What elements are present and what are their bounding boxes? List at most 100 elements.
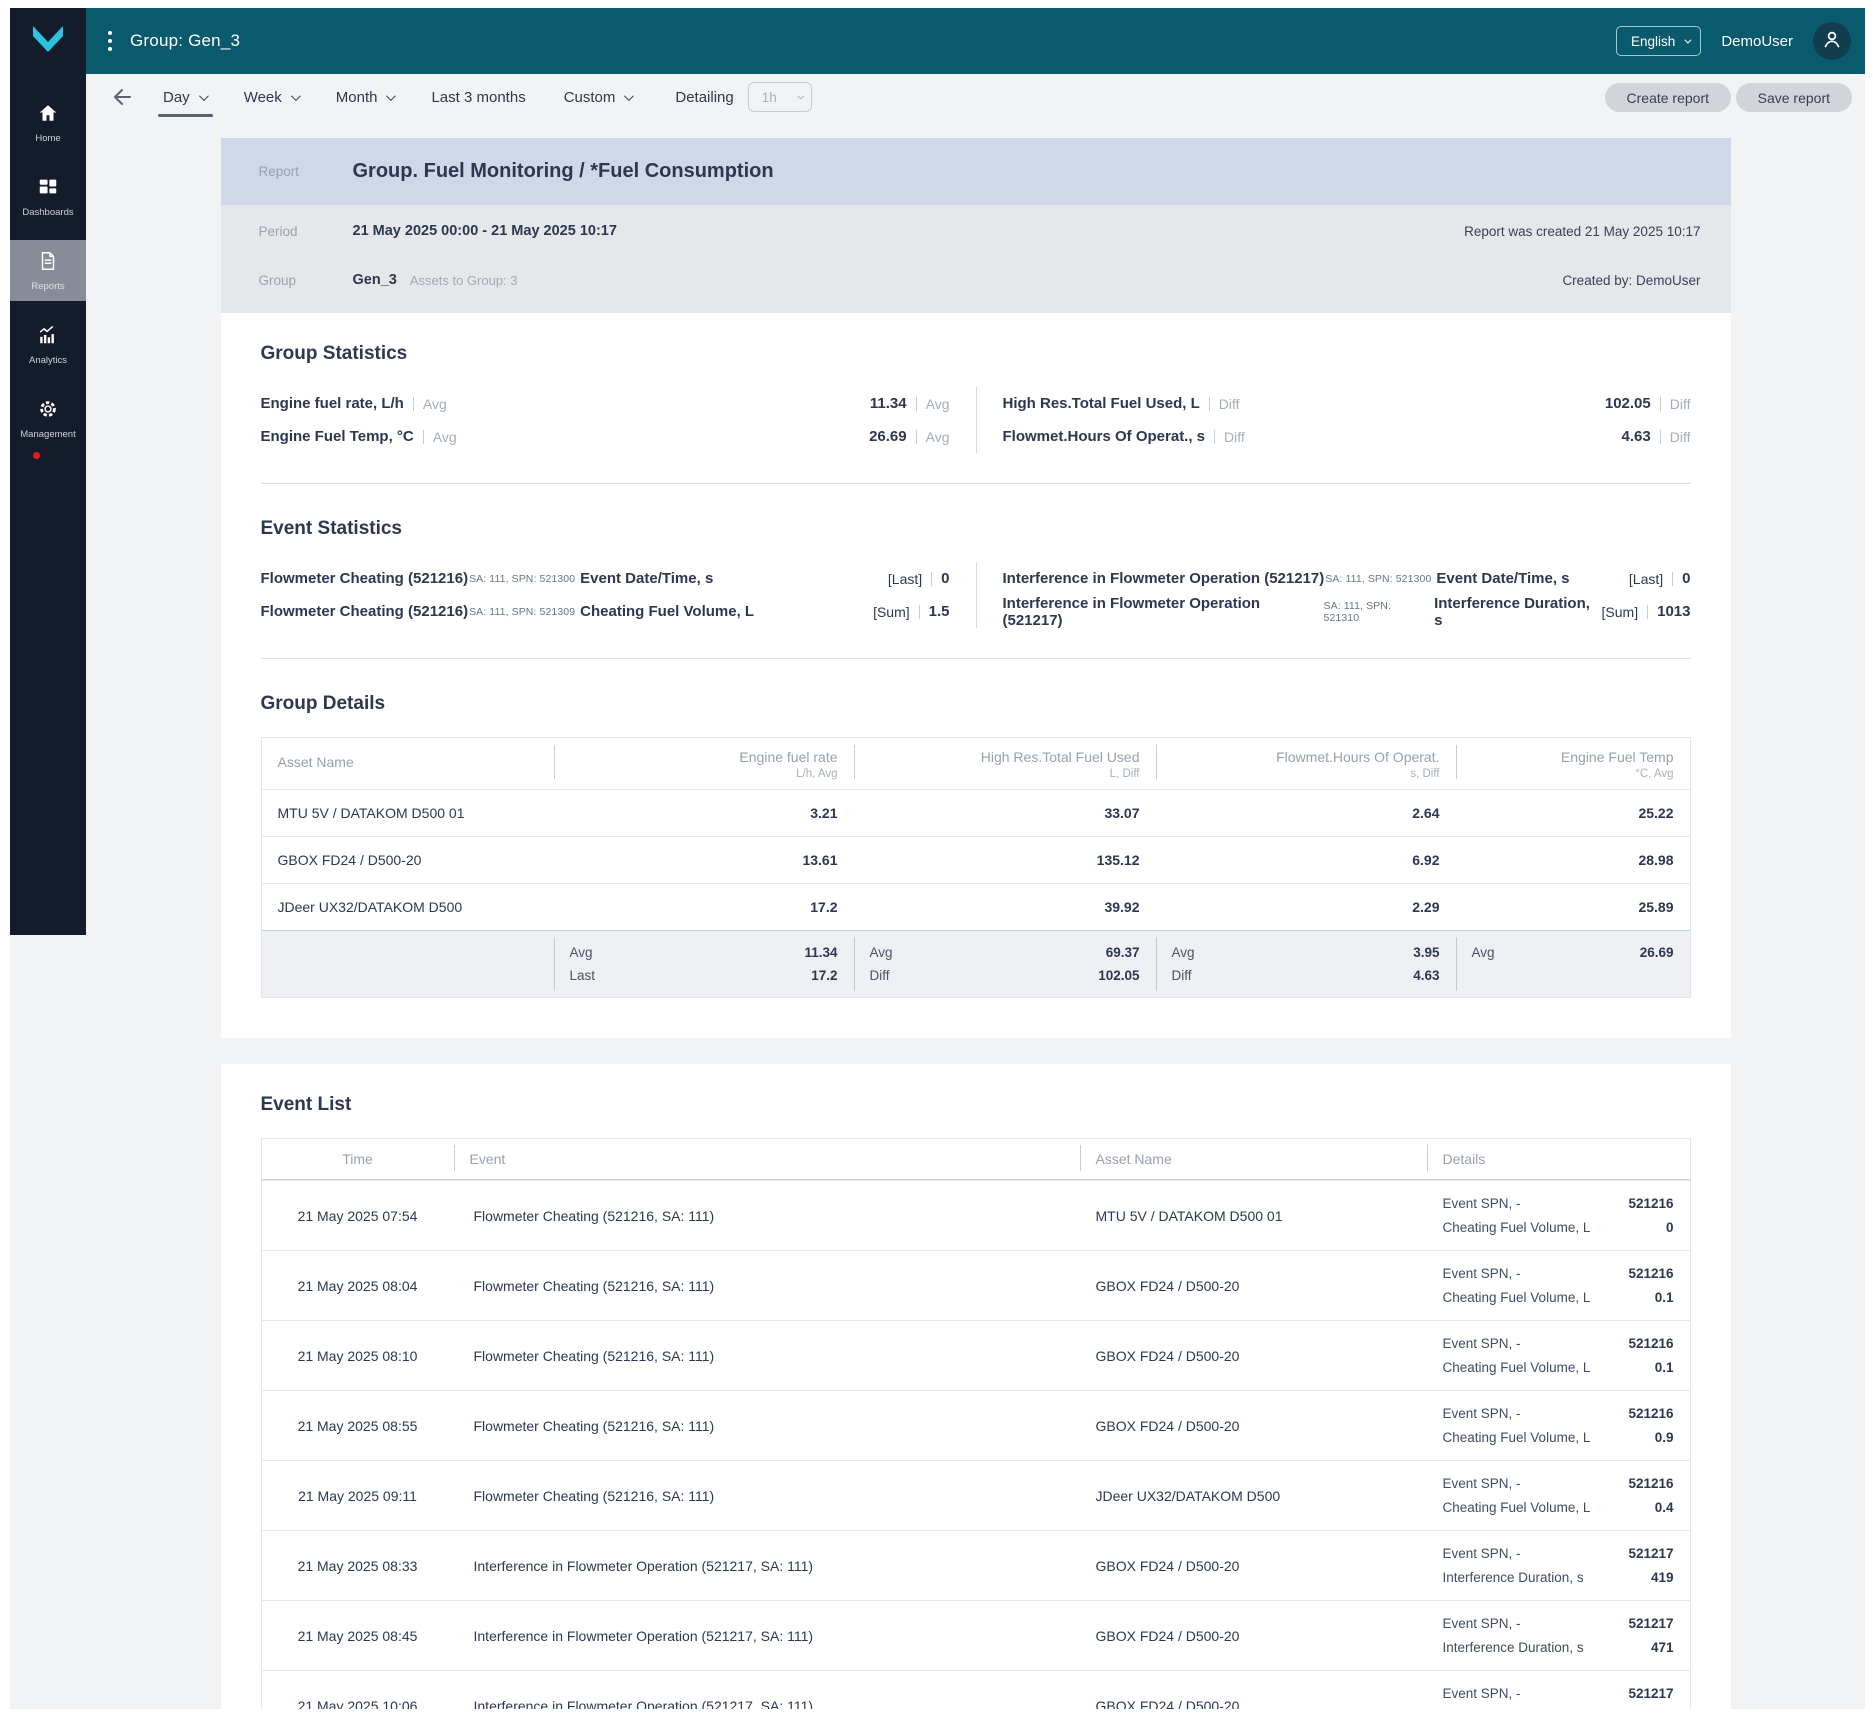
main-area: Day Week Month Last 3 months Custom — [86, 74, 1865, 1709]
app-root: Group: Gen_3 English DemoUser — [10, 8, 1865, 1709]
period-tab-last-3-months[interactable]: Last 3 months — [431, 89, 525, 106]
event-param: Event Date/Time, s — [1436, 570, 1569, 587]
period-tab-label: Custom — [564, 89, 616, 106]
report-meta-band: Period 21 May 2025 00:00 - 21 May 2025 1… — [221, 205, 1731, 313]
kebab-menu-icon[interactable] — [108, 31, 112, 51]
app-window: Group: Gen_3 English DemoUser — [0, 0, 1873, 1717]
period-tab-day[interactable]: Day — [163, 89, 206, 106]
group-label: Group — [259, 273, 353, 288]
reports-icon — [37, 250, 59, 275]
event-name: Flowmeter Cheating (521216) — [261, 603, 469, 620]
event-param: Event Date/Time, s — [580, 570, 713, 587]
stat-value: 26.69 — [869, 428, 907, 445]
event-meta: SA: 111, SPN: 521310 — [1324, 600, 1430, 624]
column-header: Asset Name — [262, 738, 554, 789]
event-meta: SA: 111, SPN: 521300 — [469, 573, 575, 585]
period-tab-month[interactable]: Month — [336, 89, 394, 106]
column-header: Asset Name — [1080, 1139, 1427, 1179]
analytics-icon — [37, 324, 59, 349]
chevron-down-icon — [624, 91, 634, 101]
event-meta: SA: 111, SPN: 521309 — [469, 606, 575, 618]
stat-value-agg: Avg — [926, 429, 950, 445]
table-row: 21 May 2025 10:06 Interference in Flowme… — [262, 1670, 1690, 1709]
sidebar-item-management[interactable]: Management — [10, 388, 86, 449]
divider — [916, 430, 917, 444]
sidebar-item-home[interactable]: Home — [10, 92, 86, 153]
period-label: Period — [259, 224, 353, 239]
detailing-select[interactable]: 1h — [748, 82, 812, 112]
sidebar: Home Dashboards Reports — [10, 74, 86, 935]
avatar[interactable] — [1813, 22, 1851, 60]
divider — [261, 483, 1691, 484]
table-row: 21 May 2025 09:11 Flowmeter Cheating (52… — [262, 1460, 1690, 1530]
report-created-by: Created by: DemoUser — [1562, 273, 1700, 288]
group-stat-row: Engine Fuel Temp, °C Avg 26.69 Avg — [261, 420, 950, 453]
group-details-title: Group Details — [261, 693, 1691, 715]
table-header-row: Time Event Asset Name Details — [262, 1139, 1690, 1180]
sidebar-item-label: Dashboards — [22, 207, 73, 218]
stat-label: Flowmet.Hours Of Operat., s — [1003, 428, 1206, 445]
sidebar-item-dashboards[interactable]: Dashboards — [10, 166, 86, 227]
stat-label: High Res.Total Fuel Used, L — [1003, 395, 1200, 412]
group-value: Gen_3 — [353, 272, 397, 288]
period-tab-label: Last 3 months — [431, 89, 525, 106]
divider — [261, 658, 1691, 659]
stat-value: 11.34 — [870, 395, 907, 412]
save-report-button[interactable]: Save report — [1736, 83, 1852, 112]
create-report-button[interactable]: Create report — [1605, 83, 1731, 112]
table-row: 21 May 2025 08:55 Flowmeter Cheating (52… — [262, 1390, 1690, 1460]
event-stat-row: Flowmeter Cheating (521216) SA: 111, SPN… — [261, 562, 950, 595]
language-label: English — [1631, 34, 1675, 49]
event-list-section: Event List Time Event Asset Name Details… — [221, 1064, 1731, 1709]
sidebar-item-label: Reports — [31, 281, 64, 292]
event-name: Interference in Flowmeter Operation (521… — [1003, 570, 1325, 587]
divider — [423, 430, 424, 444]
event-meta: SA: 111, SPN: 521300 — [1325, 573, 1431, 585]
section-gap — [221, 1038, 1731, 1064]
sidebar-item-label: Home — [35, 133, 60, 144]
sidebar-item-reports[interactable]: Reports — [10, 240, 86, 301]
table-row: 21 May 2025 08:04 Flowmeter Cheating (52… — [262, 1250, 1690, 1320]
stat-label: Engine fuel rate, L/h — [261, 395, 404, 412]
event-list-title: Event List — [261, 1094, 1691, 1116]
divider — [1660, 430, 1661, 444]
report-header-band: Report Group. Fuel Monitoring / *Fuel Co… — [221, 138, 1731, 205]
stat-value-agg: Avg — [926, 396, 950, 412]
group-stat-row: Engine fuel rate, L/h Avg 11.34 Avg — [261, 387, 950, 420]
column-header: Flowmet.Hours Of Operat.s, Diff — [1156, 738, 1456, 789]
period-tab-label: Week — [244, 89, 282, 106]
column-header: High Res.Total Fuel UsedL, Diff — [854, 738, 1156, 789]
stat-label: Engine Fuel Temp, °C — [261, 428, 414, 445]
period-value: 21 May 2025 00:00 - 21 May 2025 10:17 — [353, 223, 617, 239]
sidebar-item-analytics[interactable]: Analytics — [10, 314, 86, 375]
table-row: 21 May 2025 08:10 Flowmeter Cheating (52… — [262, 1320, 1690, 1390]
period-tab-custom[interactable]: Custom — [564, 89, 632, 106]
stat-value-agg: Diff — [1670, 429, 1691, 445]
event-agg: [Sum] — [1602, 604, 1639, 620]
event-agg: [Last] — [888, 571, 922, 587]
divider — [413, 397, 414, 411]
app-logo[interactable] — [10, 8, 86, 74]
back-arrow-icon[interactable] — [111, 85, 135, 109]
divider — [919, 605, 920, 619]
chevron-down-icon — [797, 92, 804, 99]
column-header: Engine fuel rateL/h, Avg — [554, 738, 854, 789]
report-title: Group. Fuel Monitoring / *Fuel Consumpti… — [353, 160, 774, 183]
report-created-at: Report was created 21 May 2025 10:17 — [1464, 224, 1700, 239]
column-header: Engine Fuel Temp°C, Avg — [1456, 738, 1690, 789]
table-header-row: Asset Name Engine fuel rateL/h, Avg High… — [262, 738, 1690, 789]
dashboards-icon — [37, 176, 59, 201]
event-value: 1.5 — [929, 603, 950, 620]
event-param: Interference Duration, s — [1434, 595, 1601, 629]
username-label: DemoUser — [1721, 33, 1793, 50]
event-param: Cheating Fuel Volume, L — [580, 603, 754, 620]
sidebar-item-label: Management — [20, 429, 75, 440]
period-tab-week[interactable]: Week — [244, 89, 298, 106]
stat-agg: Diff — [1224, 429, 1245, 445]
group-statistics-title: Group Statistics — [261, 343, 1691, 365]
event-name: Flowmeter Cheating (521216) — [261, 570, 469, 587]
table-row: 21 May 2025 08:45 Interference in Flowme… — [262, 1600, 1690, 1670]
table-row: 21 May 2025 08:33 Interference in Flowme… — [262, 1530, 1690, 1600]
sidebar-item-label: Analytics — [29, 355, 67, 366]
language-selector[interactable]: English — [1616, 26, 1701, 56]
